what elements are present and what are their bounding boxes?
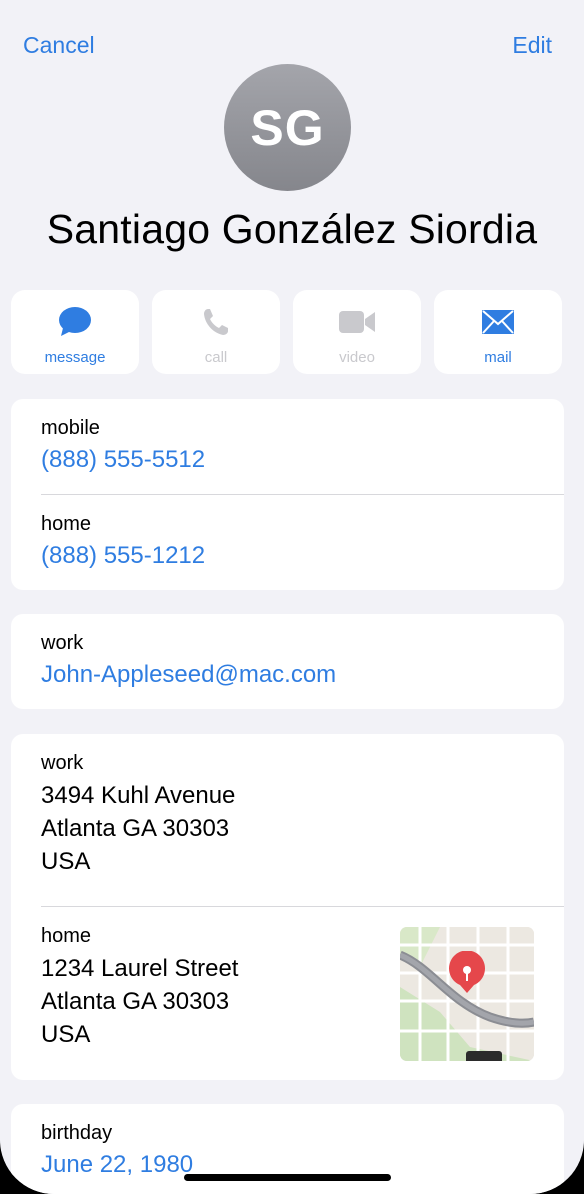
email-row[interactable]: work John-Appleseed@mac.com xyxy=(11,614,564,689)
mail-label: mail xyxy=(484,349,512,366)
call-label: call xyxy=(204,349,228,366)
home-indicator[interactable] xyxy=(184,1174,391,1181)
address-line: USA xyxy=(41,1021,91,1048)
email-card: work John-Appleseed@mac.com xyxy=(11,614,564,709)
address-row-home[interactable]: home 1234 Laurel Street Atlanta GA 30303… xyxy=(11,925,238,1051)
mail-button[interactable]: mail xyxy=(434,290,562,374)
edit-button[interactable]: Edit xyxy=(512,32,552,59)
avatar-initials: SG xyxy=(250,99,325,156)
map-thumbnail[interactable] xyxy=(400,927,534,1061)
address-row-work[interactable]: work 3494 Kuhl Avenue Atlanta GA 30303 U… xyxy=(11,734,564,878)
phone-label: mobile xyxy=(41,417,100,439)
birthday-label: birthday xyxy=(41,1122,113,1144)
email-label: work xyxy=(41,632,84,654)
phone-card: mobile (888) 555-5512 home (888) 555-121… xyxy=(11,399,564,590)
avatar[interactable]: SG xyxy=(224,64,351,191)
phone-row-mobile[interactable]: mobile (888) 555-5512 xyxy=(11,399,564,474)
phone-row-home[interactable]: home (888) 555-1212 xyxy=(11,513,205,570)
address-label: home xyxy=(41,925,92,947)
envelope-icon xyxy=(481,306,515,338)
call-button[interactable]: call xyxy=(152,290,280,374)
cancel-button[interactable]: Cancel xyxy=(23,32,95,59)
quick-actions: message call video mail xyxy=(11,290,562,374)
message-bubble-icon xyxy=(58,306,92,338)
divider xyxy=(41,494,564,495)
video-camera-icon xyxy=(338,306,376,338)
address-label: work xyxy=(41,752,84,774)
address-line: 1234 Laurel Street xyxy=(41,955,239,982)
phone-number[interactable]: (888) 555-1212 xyxy=(41,542,205,570)
address-card: work 3494 Kuhl Avenue Atlanta GA 30303 U… xyxy=(11,734,564,1080)
birthday-row[interactable]: birthday June 22, 1980 xyxy=(11,1104,564,1179)
email-address[interactable]: John-Appleseed@mac.com xyxy=(41,661,564,689)
contact-name: Santiago González Siordia xyxy=(46,206,538,252)
message-label: message xyxy=(44,349,106,366)
divider xyxy=(41,906,564,907)
video-label: video xyxy=(339,349,375,366)
address-line: USA xyxy=(41,848,91,875)
contact-detail-screen: Cancel Edit SG Santiago González Siordia… xyxy=(0,0,584,1194)
address-line: Atlanta GA 30303 xyxy=(41,988,230,1015)
phone-number[interactable]: (888) 555-5512 xyxy=(41,446,564,474)
message-button[interactable]: message xyxy=(11,290,139,374)
map-pin-icon xyxy=(447,950,487,995)
video-button[interactable]: video xyxy=(293,290,421,374)
address-line: 3494 Kuhl Avenue xyxy=(41,782,236,809)
address-line: Atlanta GA 30303 xyxy=(41,815,230,842)
phone-label: home xyxy=(41,513,92,535)
phone-icon xyxy=(202,306,230,338)
